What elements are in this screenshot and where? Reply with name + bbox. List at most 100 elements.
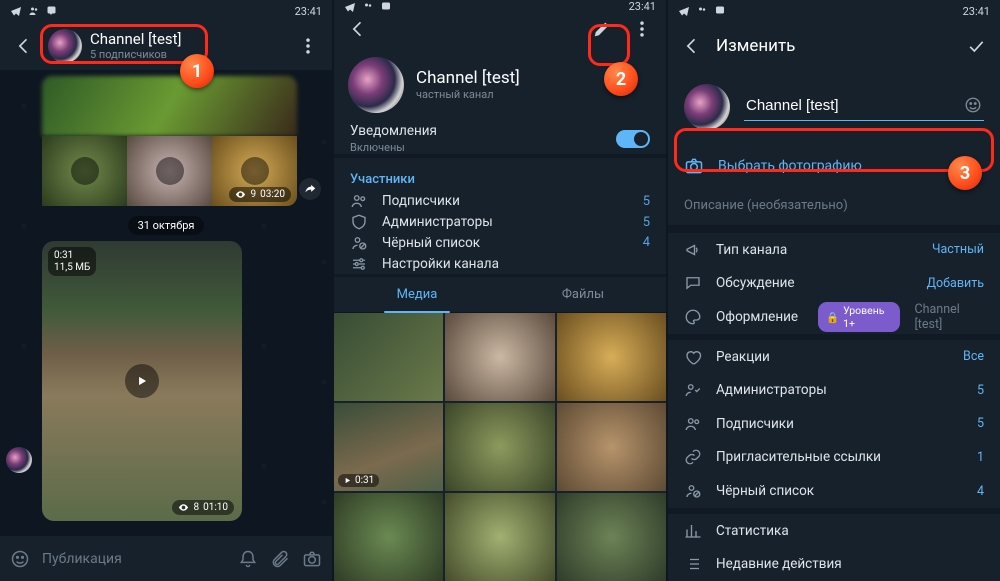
description-input[interactable]: Описание (необязательно) bbox=[668, 188, 1000, 225]
album-hero-image bbox=[42, 76, 297, 136]
stats-icon bbox=[684, 522, 702, 540]
channel-avatar[interactable] bbox=[48, 29, 82, 63]
media-thumb[interactable] bbox=[334, 313, 443, 401]
link-icon bbox=[684, 448, 702, 466]
chat-scroll[interactable]: 9 03:20 31 октября 0:31 11,5 МБ 8 01:10 bbox=[0, 70, 332, 535]
emoji-icon bbox=[964, 96, 982, 114]
channel-settings-row[interactable]: Настройки канала bbox=[334, 253, 666, 274]
album-thumb[interactable] bbox=[42, 136, 127, 206]
choose-photo-row[interactable]: Выбрать фотографию bbox=[668, 144, 1000, 188]
profile-title-block: Channel [test] частный канал bbox=[334, 45, 666, 123]
invite-links-row[interactable]: Пригласительные ссылки 1 bbox=[668, 441, 1000, 475]
people-icon bbox=[696, 5, 708, 17]
media-thumb[interactable] bbox=[557, 493, 666, 581]
media-thumb[interactable]: 0:31 bbox=[334, 403, 443, 491]
media-thumb[interactable] bbox=[445, 403, 554, 491]
channel-avatar[interactable] bbox=[684, 84, 730, 130]
chat-header[interactable]: Channel [test] 5 подписчиков bbox=[0, 22, 332, 70]
camera-plus-icon bbox=[684, 156, 704, 176]
admins-row[interactable]: Администраторы 5 bbox=[668, 373, 1000, 407]
shield-icon bbox=[350, 213, 368, 231]
edit-header-title: Изменить bbox=[716, 36, 795, 56]
notifications-state: Включены bbox=[350, 141, 437, 154]
people-icon bbox=[28, 5, 40, 17]
channel-type-row[interactable]: Тип канала Частный bbox=[668, 233, 1000, 267]
emoji-button[interactable] bbox=[964, 96, 982, 118]
album-thumb[interactable]: 9 03:20 bbox=[212, 136, 297, 206]
notifications-row[interactable]: Уведомления Включены bbox=[334, 123, 666, 154]
status-clock: 23:41 bbox=[963, 5, 990, 18]
viber-icon bbox=[46, 5, 58, 17]
compose-bar: Публикация bbox=[0, 535, 332, 581]
admin-icon bbox=[684, 381, 702, 399]
palette-icon bbox=[684, 308, 702, 326]
tab-media[interactable]: Медиа bbox=[334, 277, 500, 312]
recent-actions-row[interactable]: Недавние действия bbox=[668, 547, 1000, 581]
media-thumb[interactable] bbox=[445, 493, 554, 581]
media-tabs: Медиа Файлы bbox=[334, 277, 666, 313]
notifications-toggle[interactable] bbox=[616, 130, 650, 148]
channel-name-input[interactable] bbox=[744, 93, 984, 121]
download-icon[interactable] bbox=[156, 157, 184, 185]
telegram-icon bbox=[344, 1, 356, 13]
stats-row[interactable]: Статистика bbox=[668, 514, 1000, 548]
emoji-icon[interactable] bbox=[10, 549, 30, 569]
heart-icon bbox=[684, 348, 702, 366]
arrow-left-icon bbox=[682, 36, 702, 56]
media-thumb[interactable] bbox=[334, 493, 443, 581]
video-message[interactable]: 0:31 11,5 МБ 8 01:10 bbox=[42, 241, 242, 521]
tab-files[interactable]: Файлы bbox=[500, 277, 666, 312]
back-button[interactable] bbox=[8, 30, 40, 62]
camera-icon[interactable] bbox=[302, 549, 322, 569]
confirm-button[interactable] bbox=[960, 30, 992, 62]
media-thumb[interactable] bbox=[445, 313, 554, 401]
telegram-icon bbox=[678, 5, 690, 17]
play-icon bbox=[135, 374, 149, 388]
media-thumb[interactable] bbox=[557, 403, 666, 491]
eye-icon bbox=[178, 502, 189, 513]
media-grid[interactable]: 0:31 bbox=[334, 313, 666, 581]
forward-button[interactable] bbox=[299, 178, 321, 200]
subscribers-row[interactable]: Подписчики 5 bbox=[668, 407, 1000, 441]
download-icon[interactable] bbox=[71, 157, 99, 185]
channel-subtitle: 5 подписчиков bbox=[90, 49, 182, 61]
sender-avatars bbox=[6, 447, 32, 479]
edit-header: Изменить bbox=[668, 22, 1000, 70]
blacklist-row[interactable]: Чёрный список 4 bbox=[668, 474, 1000, 508]
discussion-row[interactable]: Обсуждение Добавить bbox=[668, 267, 1000, 301]
more-button[interactable] bbox=[626, 13, 658, 45]
album-message[interactable]: 9 03:20 bbox=[42, 76, 297, 206]
sliders-icon bbox=[350, 255, 368, 273]
back-button[interactable] bbox=[676, 30, 708, 62]
status-bar: 23:41 bbox=[334, 0, 666, 13]
viber-icon bbox=[380, 1, 392, 13]
mute-icon[interactable] bbox=[238, 549, 258, 569]
reactions-row[interactable]: Реакции Все bbox=[668, 340, 1000, 374]
subscribers-row[interactable]: Подписчики 5 bbox=[334, 191, 666, 212]
eye-icon bbox=[235, 189, 246, 200]
album-thumb[interactable] bbox=[127, 136, 212, 206]
more-vertical-icon bbox=[632, 19, 652, 39]
blacklist-row[interactable]: Чёрный список 4 bbox=[334, 232, 666, 253]
name-edit-row bbox=[668, 70, 1000, 144]
play-button[interactable] bbox=[125, 364, 159, 398]
profile-header bbox=[334, 13, 666, 45]
compose-input[interactable]: Публикация bbox=[42, 551, 226, 567]
admins-row[interactable]: Администраторы 5 bbox=[334, 212, 666, 233]
banned-icon bbox=[350, 234, 368, 252]
arrow-left-icon bbox=[14, 36, 34, 56]
back-button[interactable] bbox=[342, 13, 374, 45]
theme-row[interactable]: Оформление 🔒 Уровень 1+ Channel [test] bbox=[668, 300, 1000, 334]
attach-icon[interactable] bbox=[270, 549, 290, 569]
channel-title-block[interactable]: Channel [test] 5 подписчиков bbox=[90, 31, 182, 62]
sender-avatar[interactable] bbox=[6, 447, 32, 473]
more-button[interactable] bbox=[292, 30, 324, 62]
status-bar: 23:41 bbox=[0, 0, 332, 22]
edit-button[interactable] bbox=[586, 13, 618, 45]
people-icon bbox=[350, 192, 368, 210]
download-icon[interactable] bbox=[241, 157, 269, 185]
list-icon bbox=[684, 555, 702, 573]
status-clock: 23:41 bbox=[629, 0, 656, 13]
media-thumb[interactable] bbox=[557, 313, 666, 401]
channel-avatar[interactable] bbox=[348, 57, 404, 113]
